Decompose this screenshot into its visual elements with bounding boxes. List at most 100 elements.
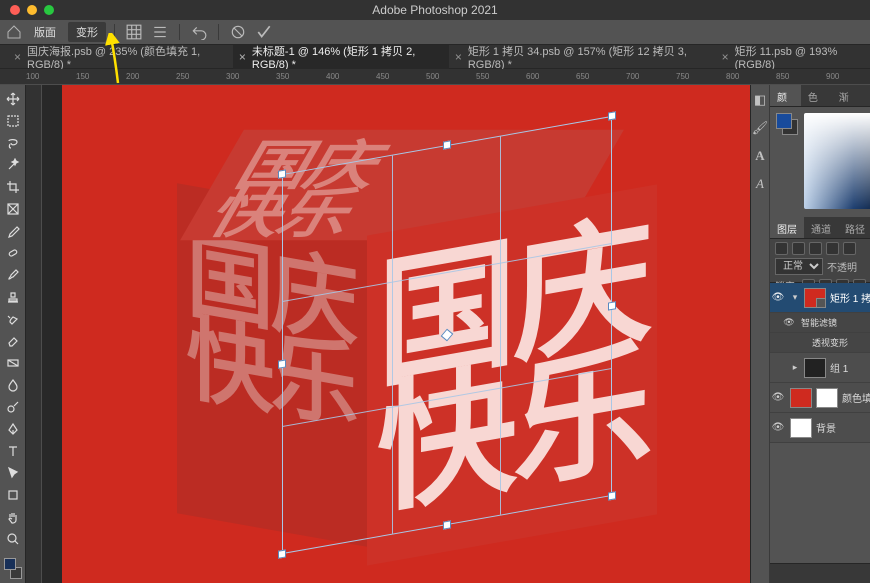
eraser-tool[interactable] bbox=[2, 332, 24, 351]
layer-thumbnail[interactable] bbox=[804, 358, 826, 378]
histogram-icon[interactable]: ◧ bbox=[751, 91, 769, 109]
layer-filter-icon[interactable] bbox=[843, 242, 856, 255]
stamp-tool[interactable] bbox=[2, 287, 24, 306]
window-controls bbox=[0, 5, 54, 15]
layers-panel-tab[interactable]: 通道 bbox=[804, 217, 838, 238]
disclosure-icon[interactable]: ▾ bbox=[790, 292, 800, 303]
layer-name[interactable]: 透视变形 bbox=[812, 336, 870, 349]
visibility-icon[interactable]: 👁 bbox=[770, 392, 786, 403]
hand-tool[interactable] bbox=[2, 508, 24, 527]
move-tool[interactable] bbox=[2, 89, 24, 108]
visibility-icon[interactable]: 👁 bbox=[770, 292, 786, 303]
ruler-vertical bbox=[26, 85, 42, 583]
character-panel-icon[interactable]: A bbox=[751, 147, 769, 165]
layer-filter-icon[interactable] bbox=[809, 242, 822, 255]
layer-name[interactable]: 组 1 bbox=[830, 360, 870, 375]
color-panel-tab[interactable]: 颜色 bbox=[770, 85, 801, 106]
layer-name[interactable]: 智能滤镜 bbox=[801, 316, 870, 329]
zoom-tool[interactable] bbox=[2, 530, 24, 549]
path-select-tool[interactable] bbox=[2, 464, 24, 483]
layer-name[interactable]: 颜色填充 bbox=[842, 390, 870, 405]
type-tool[interactable] bbox=[2, 442, 24, 461]
layers-panel-options: 正常 不透明 锁定: bbox=[770, 239, 870, 283]
color-panel-tab[interactable]: 图案 bbox=[863, 85, 870, 106]
blur-tool[interactable] bbox=[2, 376, 24, 395]
commit-icon[interactable] bbox=[256, 24, 272, 40]
layer-filter-icon[interactable] bbox=[775, 242, 788, 255]
layer-filter-icon[interactable] bbox=[826, 242, 839, 255]
app-title: Adobe Photoshop 2021 bbox=[372, 3, 497, 17]
cube-artwork: 国庆快乐 国庆快乐 国庆快乐 bbox=[137, 120, 667, 583]
grid-icon[interactable] bbox=[126, 24, 142, 40]
lasso-tool[interactable] bbox=[2, 133, 24, 152]
foreground-color-chip[interactable] bbox=[4, 558, 16, 570]
layer-row[interactable]: 透视变形 bbox=[770, 333, 870, 353]
minimize-window-icon[interactable] bbox=[27, 5, 37, 15]
close-tab-icon[interactable]: × bbox=[14, 50, 21, 64]
layer-name[interactable]: 矩形 1 拷贝 2 bbox=[830, 290, 870, 305]
panel-fg-color[interactable] bbox=[776, 113, 792, 129]
document-tab-label: 国庆海报.psb @ 235% (颜色填充 1, RGB/8) * bbox=[27, 43, 227, 71]
history-brush-tool[interactable] bbox=[2, 309, 24, 328]
document-tab[interactable]: × 矩形 11.psb @ 193%(RGB/8) bbox=[716, 45, 870, 69]
home-icon[interactable] bbox=[6, 24, 22, 40]
shape-tool[interactable] bbox=[2, 486, 24, 505]
close-tab-icon[interactable]: × bbox=[722, 50, 729, 64]
blend-mode-select[interactable]: 正常 bbox=[775, 258, 823, 275]
disclosure-icon[interactable]: ▸ bbox=[790, 362, 800, 373]
document-tab-label: 矩形 1 拷贝 34.psb @ 157% (矩形 12 拷贝 3, RGB/8… bbox=[468, 43, 710, 71]
heal-tool[interactable] bbox=[2, 243, 24, 262]
color-panel-tab[interactable]: 渐变 bbox=[832, 85, 863, 106]
tools-panel bbox=[0, 85, 26, 583]
layer-mask-thumbnail[interactable] bbox=[816, 388, 838, 408]
list-icon[interactable] bbox=[152, 24, 168, 40]
layer-filter-icon[interactable] bbox=[792, 242, 805, 255]
dodge-tool[interactable] bbox=[2, 398, 24, 417]
undo-icon[interactable] bbox=[191, 24, 207, 40]
layer-thumbnail[interactable] bbox=[804, 288, 826, 308]
document-tab-label: 矩形 11.psb @ 193%(RGB/8) bbox=[735, 43, 864, 71]
visibility-icon[interactable]: 👁 bbox=[770, 422, 786, 433]
opacity-label: 不透明 bbox=[827, 259, 857, 274]
document-tab[interactable]: × 矩形 1 拷贝 34.psb @ 157% (矩形 12 拷贝 3, RGB/… bbox=[449, 45, 716, 69]
layer-row[interactable]: ▸ 组 1 bbox=[770, 353, 870, 383]
close-tab-icon[interactable]: × bbox=[239, 50, 246, 64]
close-tab-icon[interactable]: × bbox=[455, 50, 462, 64]
layer-row[interactable]: 👁 背景 bbox=[770, 413, 870, 443]
option-warp-button[interactable]: 变形 bbox=[68, 22, 106, 42]
layers-list: 👁 ▾ 矩形 1 拷贝 2 👁 智能滤镜透视变形 ▸ 组 1 👁 颜色填充 👁 背景 bbox=[770, 283, 870, 563]
artboard[interactable]: 国庆快乐 国庆快乐 国庆快乐 bbox=[62, 85, 750, 583]
brush-settings-icon[interactable]: 🖌 bbox=[751, 119, 769, 137]
close-window-icon[interactable] bbox=[10, 5, 20, 15]
crop-tool[interactable] bbox=[2, 177, 24, 196]
eyedropper-tool[interactable] bbox=[2, 221, 24, 240]
layers-panel-tab[interactable]: 路径 bbox=[838, 217, 870, 238]
glyphs-panel-icon[interactable]: A bbox=[751, 175, 769, 193]
layer-name[interactable]: 背景 bbox=[816, 420, 870, 435]
layers-panel-footer bbox=[770, 563, 870, 583]
separator bbox=[218, 24, 219, 40]
layer-thumbnail[interactable] bbox=[790, 388, 812, 408]
cancel-icon[interactable] bbox=[230, 24, 246, 40]
pen-tool[interactable] bbox=[2, 420, 24, 439]
layer-row[interactable]: 👁 颜色填充 bbox=[770, 383, 870, 413]
color-spectrum[interactable] bbox=[804, 113, 870, 209]
options-bar: 版面 变形 bbox=[0, 20, 870, 45]
layer-row[interactable]: 👁 ▾ 矩形 1 拷贝 2 bbox=[770, 283, 870, 313]
layer-row[interactable]: 👁 智能滤镜 bbox=[770, 313, 870, 333]
document-tab[interactable]: ×未标题-1 @ 146% (矩形 1 拷贝 2, RGB/8) * bbox=[233, 45, 449, 69]
color-panel-tab[interactable]: 色板 bbox=[801, 85, 832, 106]
frame-tool[interactable] bbox=[2, 199, 24, 218]
visibility-icon[interactable]: 👁 bbox=[781, 317, 797, 328]
option-layout-button[interactable]: 版面 bbox=[26, 22, 64, 42]
brush-tool[interactable] bbox=[2, 265, 24, 284]
layers-panel-tab[interactable]: 图层 bbox=[770, 217, 804, 238]
layer-thumbnail[interactable] bbox=[790, 418, 812, 438]
color-swatches[interactable] bbox=[2, 558, 24, 579]
gradient-tool[interactable] bbox=[2, 354, 24, 373]
wand-tool[interactable] bbox=[2, 155, 24, 174]
marquee-tool[interactable] bbox=[2, 111, 24, 130]
document-tabs: × 国庆海报.psb @ 235% (颜色填充 1, RGB/8) *×未标题-1… bbox=[0, 45, 870, 69]
zoom-window-icon[interactable] bbox=[44, 5, 54, 15]
document-tab[interactable]: × 国庆海报.psb @ 235% (颜色填充 1, RGB/8) * bbox=[8, 45, 233, 69]
